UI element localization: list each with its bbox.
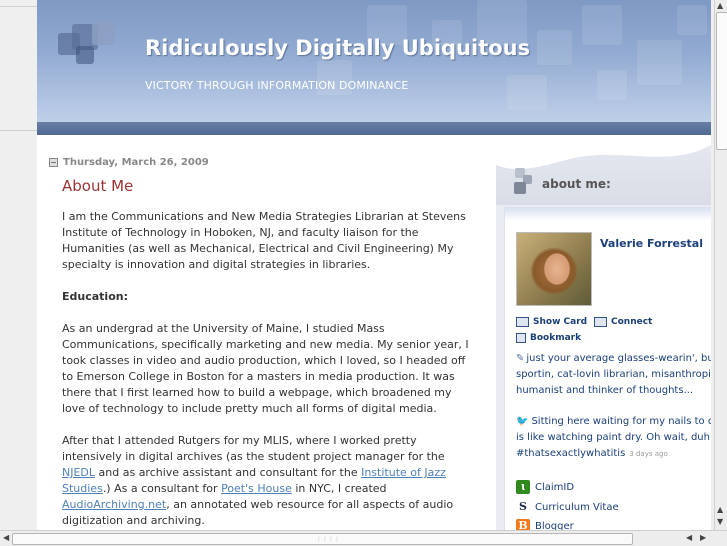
connect-link[interactable]: Connect [594,317,652,327]
blogger-link[interactable]: B Blogger [516,519,574,530]
post-paragraph: As an undergrad at the University of Mai… [62,322,469,415]
avatar[interactable] [516,232,592,306]
main-content: Thursday, March 26, 2009 About Me I am t… [37,135,496,530]
post-title[interactable]: About Me [62,177,133,195]
bookmark-link[interactable]: Bookmark [516,333,581,343]
tweet-time: 3 days ago [629,450,668,458]
page-margin-left [0,0,37,530]
horizontal-scroll-thumb[interactable]: ⋮⋮⋮⋮ [12,533,633,545]
sidebar-header: about me: [496,135,711,205]
show-card-link[interactable]: Show Card [516,317,587,327]
scribd-icon: S [519,500,527,513]
grip-icon: ⋮⋮⋮⋮ [316,536,340,543]
post-body: I am the Communications and New Media St… [62,209,474,530]
connect-icon [594,317,607,327]
profile-name[interactable]: Valerie Forrestal [600,237,703,250]
njedl-link[interactable]: NJEDL [62,466,95,479]
claimid-link[interactable]: ɩ ClaimID [516,480,574,494]
curriculum-vitae-link[interactable]: S Curriculum Vitae [516,500,619,514]
tweet: 🐦 Sitting here waiting for my nails to dr… [516,416,711,459]
header-band [37,122,711,135]
card-icon [516,317,529,327]
poets-house-link[interactable]: Poet's House [221,482,292,495]
profile-panel: Valerie Forrestal Show Card Connect Book… [504,207,711,530]
divider [0,6,37,7]
scroll-right-arrow-icon[interactable]: ▶ [700,533,706,542]
scroll-up-arrow-icon[interactable]: ▲ [717,505,723,514]
vertical-scroll-thumb[interactable] [716,12,727,150]
scroll-up-arrow-icon[interactable]: ▲ [717,1,723,10]
twitter-icon: 🐦 [516,416,529,427]
scroll-left-arrow-icon[interactable]: ◀ [686,533,692,542]
scroll-down-arrow-icon[interactable]: ▼ [717,517,723,526]
blogger-icon: B [516,519,530,530]
post-paragraph: I am the Communications and New Media St… [62,210,466,271]
divider [0,130,37,131]
note-icon: ✎ [516,353,525,364]
bookmark-icon [516,333,526,343]
claimid-icon: ɩ [516,480,530,494]
audioarchiving-link[interactable]: AudioArchiving.net [62,498,166,511]
post-date: Thursday, March 26, 2009 [49,157,209,168]
hashtag-link[interactable]: #thatsexactlywhatitis [516,448,625,459]
status-message: ✎ just your average glasses-wearin', bu s… [516,353,711,396]
wave-decoration [496,135,711,170]
sidebar: about me: Valerie Forrestal Show Card Co… [496,135,711,530]
scroll-left-arrow-icon[interactable]: ◀ [3,533,9,542]
education-heading: Education: [62,290,128,303]
blog-description: VICTORY THROUGH INFORMATION DOMINANCE [145,79,409,92]
collapse-icon[interactable] [49,158,58,167]
post-paragraph: After that I attended Rutgers for my MLI… [62,434,454,527]
blog-title[interactable]: Ridiculously Digitally Ubiquitous [145,36,530,60]
sidebar-title: about me: [542,177,611,191]
horizontal-scrollbar[interactable]: ◀ ⋮⋮⋮⋮ ◀ ▶ [0,530,727,546]
vertical-scrollbar[interactable]: ▲ ▲ ▼ [714,0,727,530]
blog-header: Ridiculously Digitally Ubiquitous VICTOR… [37,0,711,135]
post-date-text: Thursday, March 26, 2009 [63,157,209,168]
